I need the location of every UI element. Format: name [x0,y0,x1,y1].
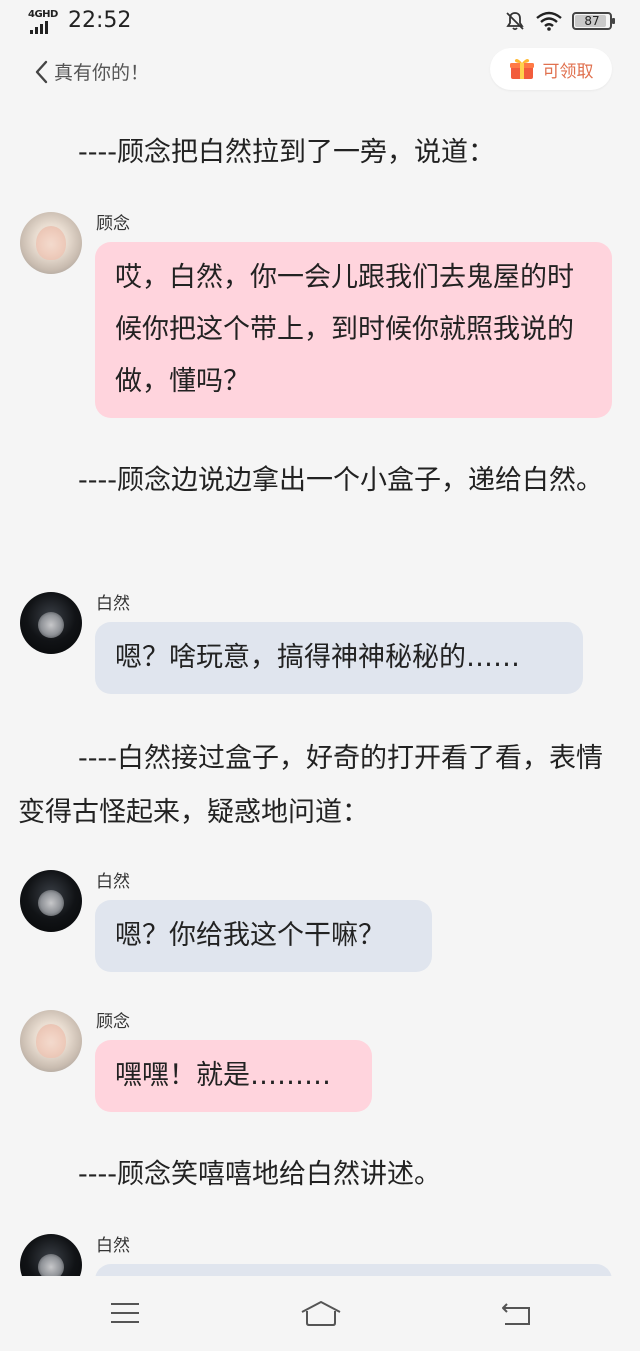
status-time: 22:52 [68,8,132,33]
back-button[interactable]: 真有你的！ [34,58,149,85]
speaker-name: 白然 [96,1236,130,1256]
home-button[interactable] [298,1296,344,1330]
avatar-bairan[interactable] [20,592,82,654]
header: 真有你的！ 可领取 [0,46,640,94]
message-bubble: 嗯？你给我这个干嘛？ [95,900,432,972]
status-right-icons: 87 [504,10,615,32]
bell-off-icon [506,12,524,31]
gift-icon [509,59,534,79]
avatar-guyan[interactable] [20,1010,82,1072]
wifi-icon [536,11,562,31]
signal-icon [30,21,48,34]
narration-4: ----顾念笑嘻嘻地给白然讲述。 [78,1159,441,1190]
message-bubble [95,1264,612,1276]
menu-button[interactable] [105,1296,145,1330]
battery-level: 87 [584,14,600,28]
home-icon [301,1301,341,1326]
narration-2: ----顾念边说边拿出一个小盒子，递给白然。 [78,465,603,496]
narration-1: ----顾念把白然拉到了一旁，说道： [78,137,495,168]
avatar-bairan[interactable] [20,870,82,932]
battery-indicator: 87 [572,12,615,30]
return-button[interactable] [496,1296,536,1330]
message-bubble: 嘿嘿！就是……… [95,1040,372,1112]
speaker-name: 白然 [96,594,130,614]
narration-3: ----白然接过盒子，好奇的打开看了看，表情变得古怪起来，疑惑地问道： [18,743,603,828]
speaker-name: 白然 [96,872,130,892]
back-title: 真有你的！ [54,62,150,84]
status-bar: 4GHD 22:52 87 [0,0,640,44]
chevron-left-icon [35,60,48,83]
network-label: 4GHD [28,9,58,20]
message-bubble: 哎，白然，你一会儿跟我们去鬼屋的时候你把这个带上，到时候你就照我说的做，懂吗？ [95,242,612,418]
claim-button[interactable]: 可领取 [490,48,612,90]
avatar-bairan[interactable] [20,1234,82,1276]
story-content: ----顾念把白然拉到了一旁，说道： 顾念 哎，白然，你一会儿跟我们去鬼屋的时候… [0,94,640,1276]
network-indicator: 4GHD [28,9,62,34]
return-icon [502,1303,530,1325]
speaker-name: 顾念 [96,1012,130,1032]
menu-icon [111,1303,139,1323]
avatar-guyan[interactable] [20,212,82,274]
message-bubble: 嗯？啥玩意，搞得神神秘秘的…… [95,622,583,694]
claim-label: 可领取 [542,61,594,82]
system-nav-bar [0,1276,640,1351]
speaker-name: 顾念 [96,214,130,234]
